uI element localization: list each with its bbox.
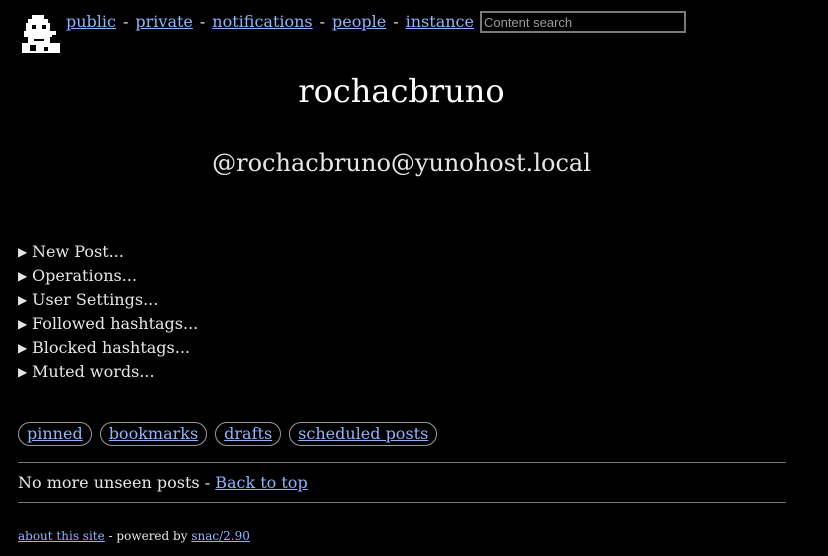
snac-logo-icon[interactable]	[20, 13, 62, 55]
section-operations[interactable]: ▶ Operations...	[18, 264, 198, 288]
section-followed-hashtags[interactable]: ▶ Followed hashtags...	[18, 312, 198, 336]
disclosure-triangle-icon: ▶	[18, 341, 28, 355]
post-tabs: pinned bookmarks drafts scheduled posts	[18, 422, 438, 446]
section-label: User Settings...	[32, 290, 159, 309]
section-blocked-hashtags[interactable]: ▶ Blocked hashtags...	[18, 336, 198, 360]
footer: about this site - powered by snac/2.90	[18, 528, 250, 544]
timeline-status: No more unseen posts - Back to top	[18, 472, 308, 494]
nav-private-link[interactable]: private	[135, 10, 192, 34]
disclosure-triangle-icon: ▶	[18, 245, 28, 259]
profile-handle: @rochacbruno@yunohost.local	[212, 149, 591, 177]
section-label: Followed hashtags...	[32, 314, 199, 333]
collapsible-sections: ▶ New Post... ▶ Operations... ▶ User Settin…	[18, 240, 198, 384]
about-site-link[interactable]: about this site	[18, 529, 105, 543]
nav-people-link[interactable]: people	[332, 10, 386, 34]
profile-name: rochacbruno	[298, 72, 505, 110]
disclosure-triangle-icon: ▶	[18, 365, 28, 379]
nav-notifications-link[interactable]: notifications	[212, 10, 312, 34]
section-label: New Post...	[32, 242, 124, 261]
tab-pinned[interactable]: pinned	[18, 422, 92, 446]
disclosure-triangle-icon: ▶	[18, 317, 28, 331]
section-label: Blocked hashtags...	[32, 338, 190, 357]
divider	[18, 462, 786, 463]
nav-public-link[interactable]: public	[66, 10, 116, 34]
powered-by-text: - powered by	[108, 529, 188, 543]
nav-separator: -	[122, 12, 129, 31]
section-user-settings[interactable]: ▶ User Settings...	[18, 288, 198, 312]
disclosure-triangle-icon: ▶	[18, 269, 28, 283]
nav-separator: -	[393, 12, 399, 31]
content-search-input[interactable]	[479, 11, 686, 33]
back-to-top-link[interactable]: Back to top	[215, 473, 308, 492]
divider	[18, 502, 786, 503]
no-more-posts-text: No more unseen posts -	[18, 473, 211, 492]
snac-version-link[interactable]: snac/2.90	[191, 529, 250, 543]
section-new-post[interactable]: ▶ New Post...	[18, 240, 198, 264]
section-label: Muted words...	[32, 362, 155, 381]
section-muted-words[interactable]: ▶ Muted words...	[18, 360, 198, 384]
tab-bookmarks[interactable]: bookmarks	[99, 422, 208, 446]
nav-links: public - private - notifications - peopl…	[66, 10, 686, 34]
tab-drafts[interactable]: drafts	[215, 422, 282, 446]
nav-separator: -	[319, 12, 326, 31]
disclosure-triangle-icon: ▶	[18, 293, 28, 307]
nav-instance-link[interactable]: instance	[406, 10, 474, 34]
top-nav: public - private - notifications - peopl…	[20, 10, 686, 56]
section-label: Operations...	[32, 266, 137, 285]
nav-separator: -	[199, 12, 206, 31]
tab-scheduled-posts[interactable]: scheduled posts	[289, 422, 438, 446]
